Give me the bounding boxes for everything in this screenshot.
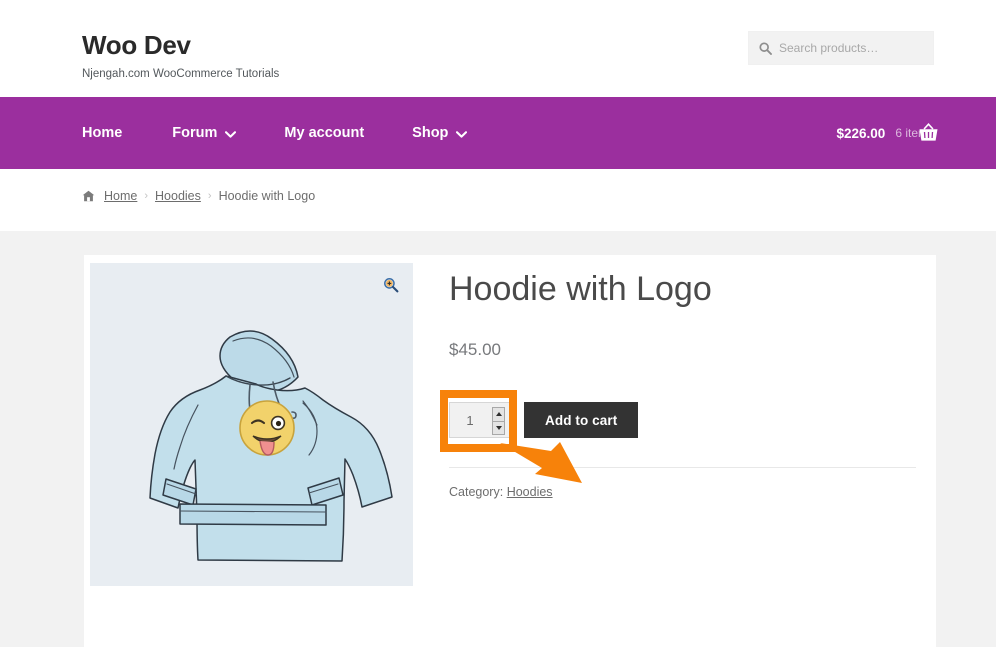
nav-item-label: My account bbox=[284, 125, 365, 141]
product-image bbox=[90, 263, 413, 586]
product-card: Hoodie with Logo $45.00 Add to cart Ca bbox=[84, 255, 936, 647]
triangle-down-icon bbox=[495, 425, 502, 430]
nav-item-forum[interactable]: Forum bbox=[172, 97, 264, 169]
breadcrumb-separator: › bbox=[207, 190, 212, 202]
nav-item-shop[interactable]: Shop bbox=[412, 97, 495, 169]
shopping-basket-icon[interactable] bbox=[918, 123, 940, 143]
quantity-input[interactable] bbox=[450, 403, 490, 437]
site-header: Woo Dev Njengah.com WooCommerce Tutorial… bbox=[0, 0, 996, 97]
product-search-box[interactable] bbox=[748, 31, 934, 65]
magnify-plus-icon[interactable] bbox=[383, 277, 399, 293]
add-to-cart-button[interactable]: Add to cart bbox=[524, 402, 639, 438]
product-gallery[interactable] bbox=[90, 263, 413, 586]
divider bbox=[449, 467, 916, 468]
nav-item-label: Forum bbox=[172, 125, 218, 141]
site-branding[interactable]: Woo Dev Njengah.com WooCommerce Tutorial… bbox=[82, 30, 279, 81]
quantity-decrement-button[interactable] bbox=[493, 422, 504, 435]
triangle-up-icon bbox=[495, 412, 502, 417]
breadcrumb-separator: › bbox=[144, 190, 149, 202]
product-meta: Category: Hoodies bbox=[449, 483, 553, 501]
site-tagline: Njengah.com WooCommerce Tutorials bbox=[82, 68, 280, 80]
primary-menu: Home Forum My account Shop bbox=[82, 97, 515, 169]
nav-item-label: Home bbox=[82, 125, 123, 141]
nav-item-my-account[interactable]: My account bbox=[284, 97, 392, 169]
chevron-down-icon bbox=[225, 130, 237, 138]
product-summary: Hoodie with Logo $45.00 bbox=[449, 255, 919, 361]
add-to-cart-form: Add to cart bbox=[449, 402, 639, 438]
product-page: Woo Dev Njengah.com WooCommerce Tutorial… bbox=[0, 0, 996, 647]
quantity-stepper[interactable] bbox=[492, 407, 505, 435]
quantity-field[interactable] bbox=[449, 402, 512, 438]
chevron-down-icon bbox=[456, 130, 468, 138]
page-title: Hoodie with Logo bbox=[449, 270, 712, 308]
primary-navigation-bar: Home Forum My account Shop $226.00 6 ite… bbox=[0, 97, 996, 169]
site-title[interactable]: Woo Dev bbox=[82, 30, 279, 60]
cart-total-amount: $226.00 bbox=[836, 125, 886, 141]
category-label: Category: bbox=[449, 485, 504, 499]
breadcrumb-item-home[interactable]: Home bbox=[104, 189, 137, 203]
breadcrumb-strip: Home › Hoodies › Hoodie with Logo bbox=[0, 169, 996, 231]
category-link[interactable]: Hoodies bbox=[507, 485, 553, 499]
breadcrumb-item-current: Hoodie with Logo bbox=[218, 189, 316, 203]
product-price: $45.00 bbox=[449, 340, 501, 359]
home-icon[interactable] bbox=[82, 190, 95, 202]
nav-item-label: Shop bbox=[412, 125, 449, 141]
breadcrumb: Home › Hoodies › Hoodie with Logo bbox=[82, 189, 315, 203]
nav-item-home[interactable]: Home bbox=[82, 97, 150, 169]
search-input[interactable] bbox=[779, 41, 929, 55]
quantity-increment-button[interactable] bbox=[493, 408, 504, 422]
breadcrumb-item-hoodies[interactable]: Hoodies bbox=[155, 189, 201, 203]
search-icon bbox=[759, 41, 772, 55]
